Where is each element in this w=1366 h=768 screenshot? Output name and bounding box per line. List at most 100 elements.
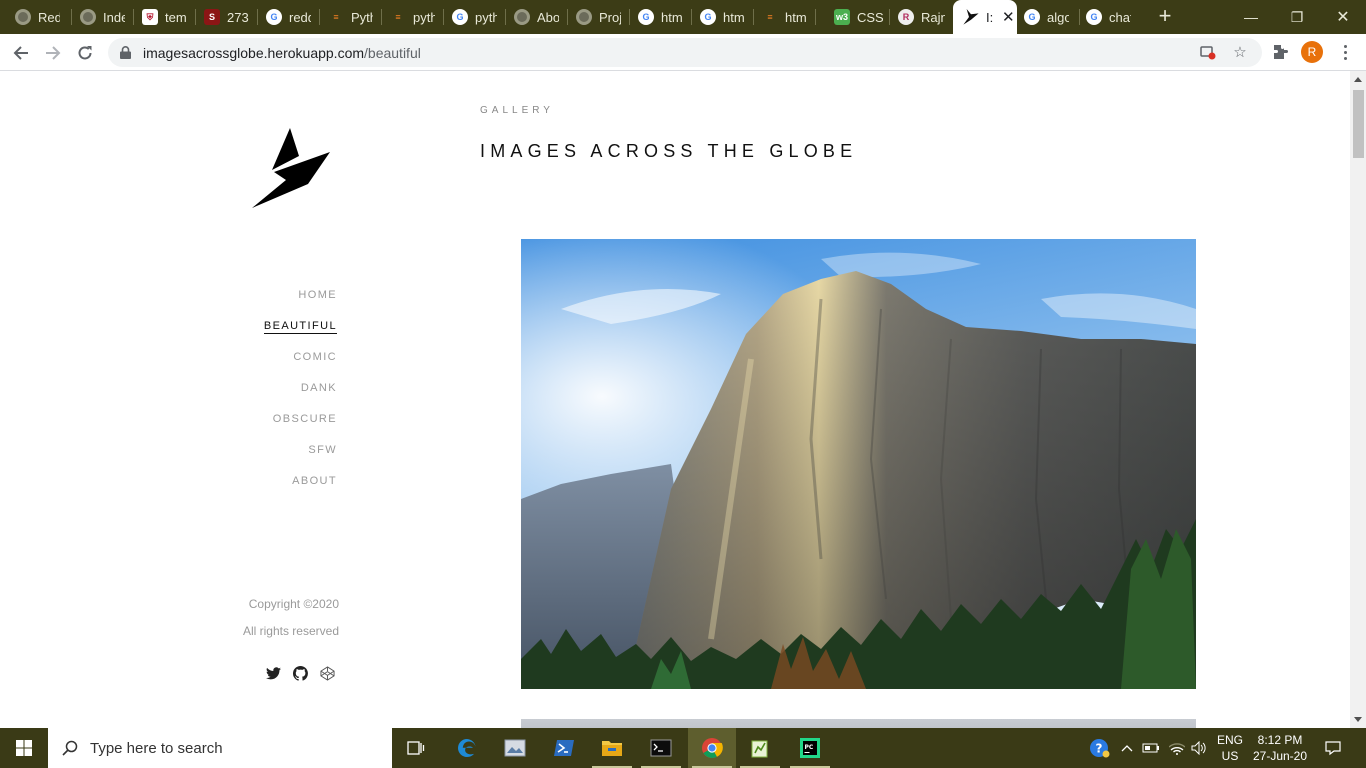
forward-button[interactable] (40, 40, 66, 66)
browser-tab[interactable]: Gchat (1080, 0, 1142, 34)
shield-icon: ⛨ (142, 9, 158, 25)
taskbar-search[interactable]: Type here to search (48, 728, 392, 768)
notepad-plus-icon[interactable] (736, 728, 784, 768)
stanford-icon: S (204, 9, 220, 25)
minimize-button[interactable]: — (1228, 0, 1274, 34)
start-button[interactable] (0, 728, 48, 768)
r-icon: R (898, 9, 914, 25)
bird-logo[interactable] (250, 126, 334, 210)
taskbar-clock[interactable]: 8:12 PM 27-Jun-20 (1250, 732, 1310, 764)
volume-icon[interactable] (1188, 728, 1210, 768)
browser-tab[interactable]: ⛨temp (134, 0, 196, 34)
google-icon: G (1086, 9, 1102, 25)
page-scrollbar[interactable] (1350, 71, 1366, 728)
browser-tab[interactable]: Redd (0, 0, 72, 34)
browser-tab[interactable]: Inde (72, 0, 134, 34)
browser-tab[interactable]: Ghtm (692, 0, 754, 34)
close-tab-icon[interactable]: ✕ (1002, 8, 1015, 26)
scrollbar-thumb[interactable] (1353, 90, 1364, 158)
gallery-image[interactable] (521, 239, 1196, 689)
browser-tab[interactable]: R Rajn (890, 0, 952, 34)
address-bar[interactable]: imagesacrossglobe.herokuapp.com/beautifu… (108, 38, 1262, 67)
browser-tab[interactable]: Proj (568, 0, 630, 34)
google-icon: G (452, 9, 468, 25)
help-icon[interactable]: ? (1087, 728, 1113, 768)
side-navigation: HOME BEAUTIFUL COMIC DANK OBSCURE SFW AB… (263, 287, 337, 504)
nav-about[interactable]: ABOUT (264, 473, 337, 504)
globe-icon (15, 9, 31, 25)
file-explorer-icon[interactable] (588, 728, 636, 768)
scroll-down-arrow-icon[interactable] (1354, 717, 1362, 722)
browser-tab[interactable]: ≡ pyth (382, 0, 444, 34)
reload-button[interactable] (72, 40, 98, 66)
copyright-text: Copyright ©2020 (248, 597, 339, 611)
nav-beautiful[interactable]: BEAUTIFUL (263, 318, 337, 349)
back-button[interactable] (8, 40, 34, 66)
new-tab-button[interactable]: + (1154, 5, 1176, 28)
battery-icon[interactable] (1140, 728, 1162, 768)
gallery-image-next[interactable] (521, 719, 1196, 728)
search-icon (62, 740, 78, 756)
browser-tab[interactable]: Galgo (1018, 0, 1080, 34)
stackoverflow-icon: ≡ (395, 12, 401, 22)
browser-tab[interactable]: Gredd (258, 0, 320, 34)
terminal-icon[interactable] (637, 728, 685, 768)
clock-date: 27-Jun-20 (1252, 749, 1308, 763)
rights-text: All rights reserved (242, 624, 339, 638)
globe-icon (514, 9, 530, 25)
codepen-icon[interactable] (319, 665, 335, 681)
w3schools-icon: w3 (834, 9, 850, 25)
github-icon[interactable] (292, 665, 308, 681)
browser-tab[interactable]: S2735 (196, 0, 258, 34)
photos-app-icon[interactable] (491, 728, 539, 768)
browser-tab[interactable]: Abo (506, 0, 568, 34)
restore-button[interactable]: ❐ (1274, 0, 1320, 34)
task-view-icon[interactable] (392, 728, 440, 768)
browser-tab[interactable]: Gpyth (444, 0, 506, 34)
reload-icon (78, 46, 92, 60)
svg-text:PC: PC (805, 744, 814, 751)
chrome-icon[interactable] (688, 728, 736, 768)
scroll-up-arrow-icon[interactable] (1354, 77, 1362, 82)
extensions-icon[interactable] (1270, 42, 1290, 62)
show-hidden-icons-chevron-icon[interactable] (1118, 728, 1136, 768)
url-text: imagesacrossglobe.herokuapp.com/beautifu… (143, 44, 421, 61)
input-language[interactable]: ENG US (1214, 732, 1246, 764)
browser-tab[interactable]: Ghtm (630, 0, 692, 34)
forward-arrow-icon (46, 46, 61, 60)
lock-icon (120, 46, 131, 59)
page-viewport: HOME BEAUTIFUL COMIC DANK OBSCURE SFW AB… (0, 71, 1350, 728)
tab-strip: Redd Inde ⛨temp S2735 Gredd ≡Pyth ≡pyth … (0, 0, 1366, 34)
bird-logo-icon (963, 9, 979, 25)
clock-time: 8:12 PM (1257, 733, 1303, 747)
notifications-icon[interactable] (1318, 728, 1348, 768)
edge-icon[interactable] (443, 728, 491, 768)
nav-home[interactable]: HOME (264, 287, 337, 318)
nav-comic[interactable]: COMIC (264, 349, 337, 380)
browser-menu-icon[interactable] (1335, 40, 1355, 64)
twitter-icon[interactable] (265, 665, 281, 681)
close-window-button[interactable]: ✕ (1320, 0, 1366, 34)
profile-avatar[interactable]: R (1301, 41, 1323, 63)
wifi-icon[interactable] (1166, 728, 1188, 768)
windows-logo-icon (16, 740, 32, 756)
gallery-eyebrow: GALLERY (480, 105, 554, 116)
google-icon: G (700, 9, 716, 25)
powershell-icon[interactable] (540, 728, 588, 768)
bookmark-star-icon[interactable]: ☆ (1230, 42, 1250, 62)
page-title: IMAGES ACROSS THE GLOBE (480, 141, 858, 161)
browser-tab[interactable]: ≡Pyth (320, 0, 382, 34)
google-icon: G (638, 9, 654, 25)
site-permission-icon[interactable] (1198, 42, 1218, 62)
browser-toolbar: imagesacrossglobe.herokuapp.com/beautifu… (0, 34, 1366, 71)
browser-tab[interactable]: ≡ htm (754, 0, 816, 34)
nav-sfw[interactable]: SFW (264, 442, 337, 473)
browser-tab-active[interactable]: I: ✕ (953, 0, 1017, 34)
nav-dank[interactable]: DANK (264, 380, 337, 411)
nav-obscure[interactable]: OBSCURE (264, 411, 337, 442)
social-links (265, 665, 335, 681)
google-icon: G (1024, 9, 1040, 25)
browser-tab[interactable]: w3 CSS (816, 0, 890, 34)
pycharm-icon[interactable]: PC (786, 728, 834, 768)
stackoverflow-icon: ≡ (333, 12, 339, 22)
